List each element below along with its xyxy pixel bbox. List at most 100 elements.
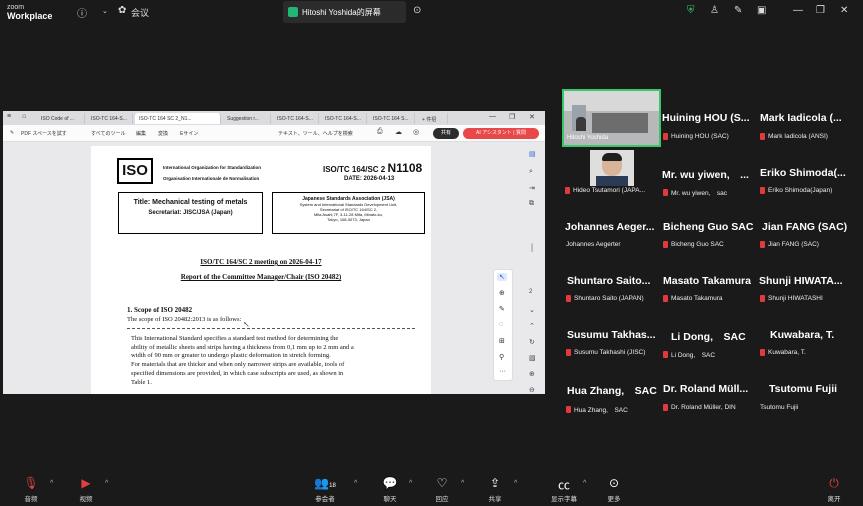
minimize-icon[interactable]: — [489, 113, 496, 120]
participant-name: Shunji HIWATASHI [768, 295, 823, 302]
participants-options-caret[interactable]: ^ [354, 480, 357, 487]
person-icon[interactable]: ♙ [710, 5, 719, 16]
hair [602, 153, 622, 161]
para-line: Table 1. [131, 378, 152, 386]
participant-label: Shuntaro Saito (JAPAN) [566, 295, 660, 302]
more-tools-icon[interactable]: ··· [499, 368, 506, 375]
share-button[interactable]: 共有 [433, 128, 459, 139]
mic-muted-icon [663, 295, 668, 302]
captions-options-caret[interactable]: ^ [583, 480, 586, 487]
edit-button[interactable]: 編集 [136, 130, 146, 137]
participant-name-big: Shuntaro Saito... [567, 275, 651, 287]
esign-button[interactable]: Eサイン [180, 130, 198, 137]
browser-tab[interactable]: ISO-TC 164 S... [369, 113, 415, 124]
more-button[interactable]: ⊙ 更多 [592, 476, 636, 503]
pdf-viewer[interactable]: ISO International Organization for Stand… [3, 142, 545, 394]
scrollbar[interactable]: ┃ [530, 244, 534, 252]
maximize-icon[interactable]: ❐ [816, 5, 825, 16]
lasso-icon[interactable]: ◌ [499, 321, 503, 328]
text-box-icon[interactable]: ⊞ [499, 337, 505, 345]
participant-label: Johannes Aegerter [566, 241, 660, 248]
mic-muted-icon [760, 133, 765, 140]
mic-muted-icon [566, 405, 571, 413]
browser-tab[interactable]: ISO-TC 164-S... [321, 113, 367, 124]
para-line: specified dimensions are provided, in wh… [131, 369, 344, 377]
globe-icon[interactable]: ◎ [413, 128, 419, 136]
participant-name: Tsutomu Fujii [760, 404, 799, 411]
people-icon: 👥18 [314, 476, 336, 490]
browser-tab[interactable]: ISO-TC 164-S... [87, 113, 133, 124]
browser-tab-active[interactable]: ISO-TC 164 SC 2_N1... [135, 113, 221, 124]
participant-label: Hideo Tsutamori (JAPA... [565, 187, 660, 194]
video-label: 视频 [79, 496, 93, 503]
share-screen-button[interactable]: ⇪ 共享 [473, 476, 517, 503]
participant-name-big: Tsutomu Fujii [769, 383, 838, 395]
captions-button[interactable]: ㏄ 显示字幕 [542, 476, 586, 503]
export-icon[interactable]: ⇥ [529, 184, 535, 192]
audio-options-caret[interactable]: ^ [50, 480, 53, 487]
zoom-tool-icon[interactable]: ⊕ [499, 289, 505, 297]
audio-button[interactable]: 🎙 音频 [9, 476, 53, 503]
react-button[interactable]: ♡ 回应 [420, 476, 464, 503]
browser-tab[interactable]: Suggestion r... [223, 113, 271, 124]
chat-button[interactable]: 💬 聊天 [368, 476, 412, 503]
chevron-up-icon[interactable]: ⌃ [529, 322, 535, 330]
participant-label: Huining HOU (SAC) [663, 133, 757, 140]
document-icon[interactable]: ▧ [529, 354, 536, 362]
edit-icon[interactable]: ✎ [734, 5, 742, 16]
menu-icon[interactable]: ≡ [7, 113, 11, 120]
maximize-icon[interactable]: ❐ [509, 113, 515, 121]
chat-options-caret[interactable]: ^ [409, 480, 412, 487]
participant-name-big: Masato Takamura [663, 275, 751, 287]
zoom-in-icon[interactable]: ⊕ [529, 370, 535, 378]
screen-share-tab[interactable]: Hitoshi Yoshida的屏幕 [283, 1, 406, 23]
cloud-icon[interactable]: ☁ [395, 128, 402, 136]
search-field[interactable]: テキスト、ツール、ヘルプを検索 [278, 130, 353, 137]
video-tile-tsutamori[interactable] [590, 150, 634, 186]
pdf-space-button[interactable]: PDF スペースを試す [21, 130, 67, 137]
ai-assistant-button[interactable]: AI アシスタント | 質問 [463, 128, 539, 139]
participants-button[interactable]: 👥18 参会者 [303, 476, 347, 503]
close-icon[interactable]: ✕ [529, 113, 535, 121]
video-button[interactable]: ▶ 视频 [64, 476, 108, 503]
refresh-icon[interactable]: ↻ [529, 338, 535, 346]
select-cursor-icon[interactable]: ↖ [497, 273, 507, 281]
comment-icon[interactable]: ▤ [529, 150, 536, 158]
pen-icon[interactable]: ✎ [499, 305, 505, 313]
convert-button[interactable]: 変換 [158, 130, 168, 137]
video-tile-hitoshi[interactable]: Hitoshi Yoshida [562, 89, 661, 147]
leave-button[interactable]: ⏻ 离开 [812, 476, 856, 503]
close-icon[interactable]: ✕ [840, 5, 848, 16]
browser-tab[interactable]: ISO Code of ... [37, 113, 85, 124]
info-icon[interactable]: ⓘ [77, 5, 87, 20]
zoom-out-icon[interactable]: ⊖ [529, 386, 535, 394]
chevron-down-icon[interactable]: ⌄ [102, 7, 108, 15]
participant-name: Kuwabara, T. [768, 349, 806, 356]
participant-label: Bicheng Guo SAC [663, 241, 757, 248]
browser-tab[interactable]: ISO-TC 164-S... [273, 113, 319, 124]
document-reference: ISO/TC 164/SC 2 N1108 [323, 161, 422, 175]
pdf-space-icon: ✎ [10, 130, 15, 136]
pages-icon[interactable]: ⧉ [529, 200, 534, 208]
participant-label: Jian FANG (SAC) [760, 241, 858, 248]
participant-name-big: Hua Zhang, SAC [567, 385, 657, 397]
stamp-icon[interactable]: ⚲ [499, 353, 504, 361]
home-icon[interactable]: ⌂ [22, 113, 26, 120]
minimize-icon[interactable]: — [793, 5, 803, 16]
print-icon[interactable]: ⎙ [377, 128, 383, 136]
zoom-logo: zoom Workplace [7, 3, 52, 21]
all-tools-button[interactable]: すべてのツール [91, 130, 125, 137]
search-icon[interactable]: ⌕ [529, 168, 533, 176]
new-tab-button[interactable]: + 件招 [418, 113, 448, 124]
chevron-down-icon[interactable]: ⌄ [529, 306, 535, 314]
mic-muted-icon [566, 295, 571, 302]
layout-icon[interactable]: ▣ [757, 5, 766, 16]
more-options-icon[interactable]: ⊙ [413, 5, 421, 16]
participant-label: Li Dong, SAC [663, 349, 757, 359]
participant-name-big: Mark Iadicola (... [760, 112, 842, 124]
share-options-caret[interactable]: ^ [514, 480, 517, 487]
shield-icon[interactable]: ⛨ [687, 5, 695, 16]
mouse-cursor-icon: ↖ [243, 320, 250, 329]
react-options-caret[interactable]: ^ [461, 480, 464, 487]
video-options-caret[interactable]: ^ [105, 480, 108, 487]
